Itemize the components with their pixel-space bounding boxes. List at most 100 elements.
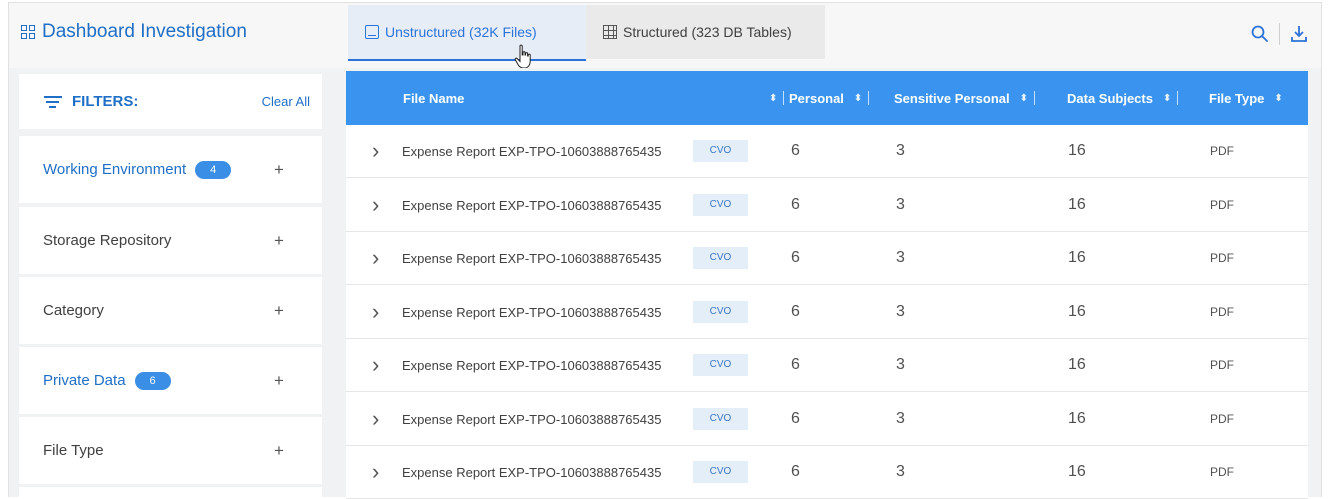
chevron-right-icon[interactable]: › (372, 247, 379, 269)
tab-unstructured[interactable]: Unstructured (32K Files) (348, 5, 586, 61)
data-subjects-cell: 16 (1068, 356, 1086, 373)
tab-unstructured-label: Unstructured (32K Files) (385, 24, 537, 40)
column-divider (1177, 91, 1179, 105)
table-row[interactable]: › Expense Report EXP-TPO-10603888765435 CV… (346, 125, 1308, 178)
plus-icon[interactable]: + (271, 160, 287, 180)
sort-icon[interactable]: ⬍ (1274, 93, 1282, 104)
col-sensitive-personal-label: Sensitive Personal (894, 90, 1010, 106)
table-row[interactable]: › Expense Report EXP-TPO-10603888765435 CV… (346, 446, 1308, 499)
file-type-cell: PDF (1210, 305, 1234, 319)
data-subjects-cell: 16 (1068, 410, 1086, 427)
sort-icon[interactable]: ⬍ (769, 93, 777, 104)
personal-count-cell: 6 (791, 410, 800, 427)
chevron-right-icon[interactable]: › (372, 354, 379, 376)
sort-icon[interactable]: ⬍ (854, 93, 862, 104)
file-type-cell: PDF (1210, 198, 1234, 212)
data-subjects-cell-wrap: 16 (1068, 393, 1086, 445)
sensitive-count-cell-wrap: 3 (896, 179, 905, 231)
sensitive-count-cell-wrap: 3 (896, 232, 905, 284)
chevron-right-icon-wrap: › (372, 125, 379, 177)
sort-icon[interactable]: ⬍ (1163, 93, 1171, 104)
chevron-right-icon[interactable]: › (372, 140, 379, 162)
filter-label: Storage Repository (43, 232, 172, 249)
chevron-right-icon[interactable]: › (372, 408, 379, 430)
data-subjects-cell-wrap: 16 (1068, 179, 1086, 231)
chevron-right-icon[interactable]: › (372, 194, 379, 216)
file-type-cell-wrap: PDF (1210, 339, 1234, 391)
file-type-cell-wrap: PDF (1210, 393, 1234, 445)
file-tag-badge-wrap: CVO (693, 339, 748, 391)
file-tag-badge-wrap: CVO (693, 232, 748, 284)
data-subjects-cell-wrap: 16 (1068, 232, 1086, 284)
filter-storage-repository[interactable]: Storage Repository + (19, 207, 322, 274)
filter-private-data[interactable]: Private Data 6 + (19, 347, 322, 414)
top-bar: Dashboard Investigation Unstructured (32… (8, 2, 1322, 68)
files-table: File Name ⬍ Personal ⬍ Sensitive Persona… (346, 71, 1308, 499)
col-file-type[interactable]: File Type ⬍ (1209, 71, 1283, 125)
plus-icon[interactable]: + (271, 301, 287, 321)
chevron-right-icon[interactable]: › (372, 301, 379, 323)
view-tabs: Unstructured (32K Files) Structured (323… (348, 5, 825, 61)
col-personal[interactable]: Personal ⬍ (789, 71, 870, 125)
file-name-cell: Expense Report EXP-TPO-10603888765435 (402, 143, 662, 159)
sensitive-count-cell: 3 (896, 463, 905, 480)
file-name-cell-wrap: Expense Report EXP-TPO-10603888765435 (402, 339, 661, 391)
filter-working-environment[interactable]: Working Environment 4 + (19, 136, 322, 203)
table-row[interactable]: › Expense Report EXP-TPO-10603888765435 CV… (346, 232, 1308, 285)
col-file-name-label: File Name (403, 90, 465, 106)
data-subjects-cell: 16 (1068, 196, 1086, 213)
personal-count-cell: 6 (791, 356, 800, 373)
file-name-cell-wrap: Expense Report EXP-TPO-10603888765435 (402, 232, 661, 284)
personal-count-cell-wrap: 6 (791, 232, 800, 284)
personal-count-cell: 6 (791, 463, 800, 480)
file-tag-badge-wrap: CVO (693, 179, 748, 231)
col-sensitive-personal[interactable]: Sensitive Personal ⬍ (894, 71, 1036, 125)
personal-count-cell-wrap: 6 (791, 339, 800, 391)
table-row[interactable]: › Expense Report EXP-TPO-10603888765435 CV… (346, 179, 1308, 232)
file-tag-badge-wrap: CVO (693, 393, 748, 445)
content-area: FILTERS: Clear All Working Environment 4… (8, 68, 1322, 499)
table-row[interactable]: › Expense Report EXP-TPO-10603888765435 CV… (346, 339, 1308, 392)
clear-all-link[interactable]: Clear All (262, 94, 310, 109)
col-file-name-sort[interactable]: ⬍ (759, 71, 785, 125)
column-divider (868, 91, 870, 105)
sensitive-count-cell: 3 (896, 356, 905, 373)
filter-count-badge: 6 (134, 371, 171, 390)
file-name-cell-wrap: Expense Report EXP-TPO-10603888765435 (402, 393, 661, 445)
file-tag-badge: CVO (693, 461, 748, 483)
dashboard-grid-icon (21, 25, 35, 39)
personal-count-cell: 6 (791, 249, 800, 266)
filters-sidebar: FILTERS: Clear All Working Environment 4… (19, 74, 322, 497)
download-icon[interactable] (1289, 24, 1309, 44)
filter-label-text: Private Data (43, 372, 126, 389)
table-row[interactable]: › Expense Report EXP-TPO-10603888765435 CV… (346, 393, 1308, 446)
chevron-right-icon[interactable]: › (372, 461, 379, 483)
top-actions (1250, 23, 1309, 45)
chevron-right-icon-wrap: › (372, 339, 379, 391)
col-data-subjects[interactable]: Data Subjects ⬍ (1067, 71, 1179, 125)
sensitive-count-cell-wrap: 3 (896, 446, 905, 498)
search-icon[interactable] (1250, 24, 1270, 44)
file-name-cell-wrap: Expense Report EXP-TPO-10603888765435 (402, 179, 661, 231)
plus-icon[interactable]: + (271, 231, 287, 251)
file-name-cell-wrap: Expense Report EXP-TPO-10603888765435 (402, 286, 661, 338)
filter-label-text: Working Environment (43, 161, 187, 178)
file-tag-badge: CVO (693, 408, 748, 430)
personal-count-cell-wrap: 6 (791, 286, 800, 338)
table-icon (603, 25, 617, 39)
sort-icon[interactable]: ⬍ (1020, 93, 1028, 104)
file-name-cell: Expense Report EXP-TPO-10603888765435 (402, 464, 662, 480)
filter-file-type[interactable]: File Type + (19, 417, 322, 484)
col-file-type-label: File Type (1209, 90, 1265, 106)
col-file-name[interactable]: File Name (403, 71, 464, 125)
file-tag-badge-wrap: CVO (693, 446, 748, 498)
plus-icon[interactable]: + (271, 371, 287, 391)
plus-icon[interactable]: + (271, 441, 287, 461)
data-subjects-cell: 16 (1068, 303, 1086, 320)
filter-category[interactable]: Category + (19, 277, 322, 344)
table-row[interactable]: › Expense Report EXP-TPO-10603888765435 CV… (346, 286, 1308, 339)
filter-next-partial (19, 487, 322, 497)
tab-structured[interactable]: Structured (323 DB Tables) (586, 5, 825, 59)
filter-label: Category (43, 302, 104, 319)
file-type-cell: PDF (1210, 251, 1234, 265)
